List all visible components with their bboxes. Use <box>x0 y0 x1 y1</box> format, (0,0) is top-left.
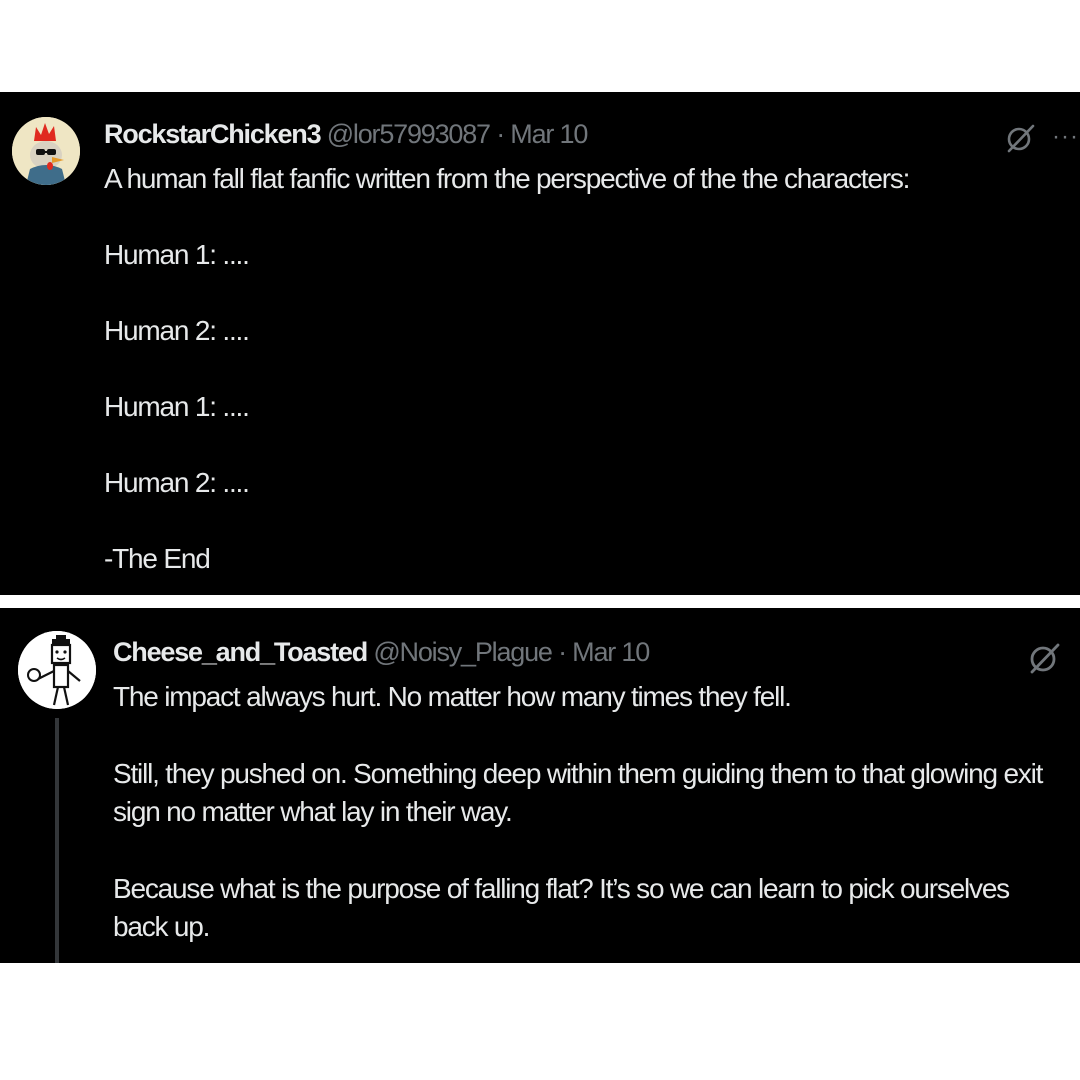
user-handle[interactable]: @Noisy_Plague <box>373 637 553 667</box>
post-header: Cheese_and_Toasted @Noisy_Plague · Mar 1… <box>113 637 650 667</box>
thread-connector-line <box>55 718 59 963</box>
post-paragraph: Human 2: .... <box>104 315 250 346</box>
separator-dot: · <box>496 119 505 149</box>
grok-icon[interactable] <box>1026 640 1062 676</box>
rooster-avatar-icon <box>12 117 80 185</box>
post-paragraph: A human fall flat fanfic written from th… <box>104 163 910 194</box>
post-text: The impact always hurt. No matter how ma… <box>113 678 1063 985</box>
grok-icon[interactable] <box>1004 122 1036 154</box>
post-paragraph: Human 1: .... <box>104 239 250 270</box>
post-text: A human fall flat fanfic written from th… <box>104 160 1074 616</box>
post-paragraph: -The End <box>104 543 211 574</box>
post-card[interactable]: RockstarChicken3 @lor57993087 · Mar 10 ·… <box>0 92 1080 595</box>
post-date[interactable]: Mar 10 <box>572 637 650 667</box>
user-handle[interactable]: @lor57993087 <box>327 119 491 149</box>
display-name[interactable]: RockstarChicken3 <box>104 119 322 149</box>
post-paragraph: Human 1: .... <box>104 391 250 422</box>
post-header: RockstarChicken3 @lor57993087 · Mar 10 <box>104 119 588 149</box>
separator-dot: · <box>558 637 567 667</box>
rooster-avatar[interactable] <box>12 117 80 185</box>
display-name[interactable]: Cheese_and_Toasted <box>113 637 368 667</box>
post-paragraph: Because what is the purpose of falling f… <box>113 873 1010 942</box>
stick-figure-avatar-icon <box>18 631 96 709</box>
more-icon[interactable]: ··· <box>1052 122 1080 152</box>
post-card[interactable]: Cheese_and_Toasted @Noisy_Plague · Mar 1… <box>0 608 1080 963</box>
post-paragraph: Still, they pushed on. Something deep wi… <box>113 758 1043 827</box>
post-paragraph: Human 2: .... <box>104 467 250 498</box>
stick-figure-avatar[interactable] <box>18 631 96 709</box>
post-paragraph: The impact always hurt. No matter how ma… <box>113 681 792 712</box>
post-date[interactable]: Mar 10 <box>510 119 588 149</box>
